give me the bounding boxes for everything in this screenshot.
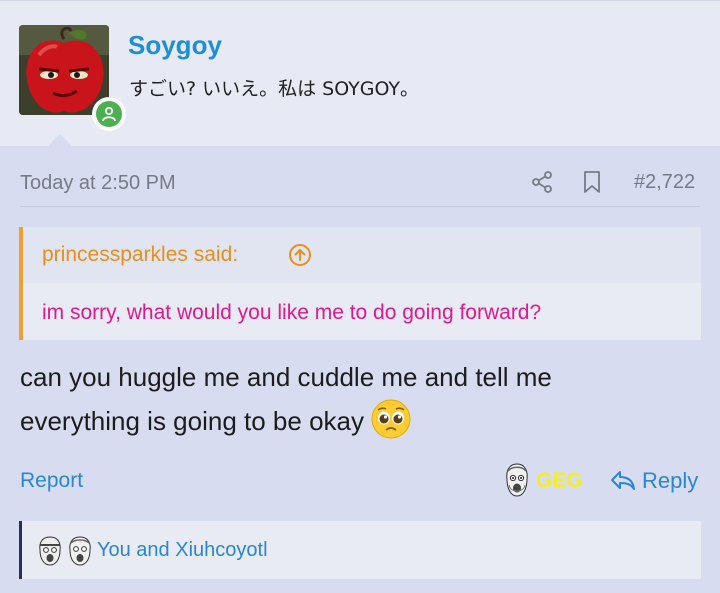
reaction-label: GEG xyxy=(536,469,583,492)
quote-header: princessparkles said: xyxy=(23,227,701,283)
avatar[interactable] xyxy=(19,25,126,131)
quote-author-link[interactable]: princessparkles said: xyxy=(42,243,238,267)
reply-label: Reply xyxy=(642,468,699,493)
bookmark-icon[interactable] xyxy=(581,170,603,194)
share-icon[interactable] xyxy=(530,170,554,194)
soyjak-face-icon xyxy=(504,463,530,497)
divider xyxy=(20,206,700,207)
post-message: can you huggle me and cuddle me and tell… xyxy=(20,355,710,443)
reactions-summary-bar: You and Xiuhcoyotl xyxy=(19,521,701,579)
soyjak-face-icon xyxy=(37,536,63,566)
username[interactable]: Soygoy xyxy=(128,30,222,61)
arrow-up-circle-icon[interactable] xyxy=(288,243,312,267)
reactions-summary-link[interactable]: You and Xiuhcoyotl xyxy=(97,539,268,562)
report-link[interactable]: Report xyxy=(20,469,83,493)
message-line: everything is going to be okay xyxy=(20,406,364,436)
post-date[interactable]: Today at 2:50 PM xyxy=(20,172,176,195)
post-author-header: Soygoy すごい? いいえ。私は SOYGOY。 xyxy=(0,0,720,146)
post-number-link[interactable]: #2,722 xyxy=(634,171,695,194)
user-online-icon xyxy=(102,106,116,122)
geg-reaction-button[interactable]: GEG xyxy=(504,463,584,497)
reply-arrow-icon xyxy=(610,468,636,492)
reply-button[interactable]: Reply xyxy=(610,466,705,496)
user-title: すごい? いいえ。私は SOYGOY。 xyxy=(129,78,419,100)
quote-text: im sorry, what would you like me to do g… xyxy=(42,301,542,324)
message-line: can you huggle me and cuddle me and tell… xyxy=(20,362,552,392)
quote-block: princessparkles said: im sorry, what wou… xyxy=(19,227,701,340)
soyjak-face-icon xyxy=(67,536,93,566)
post-meta-bar: Today at 2:50 PM #2,722 xyxy=(0,160,720,206)
header-pointer-arrow xyxy=(47,134,73,147)
online-status-badge xyxy=(92,97,126,131)
pleading-face-emoji-icon xyxy=(371,399,411,439)
message-line-with-emoji: everything is going to be okay xyxy=(20,399,710,443)
